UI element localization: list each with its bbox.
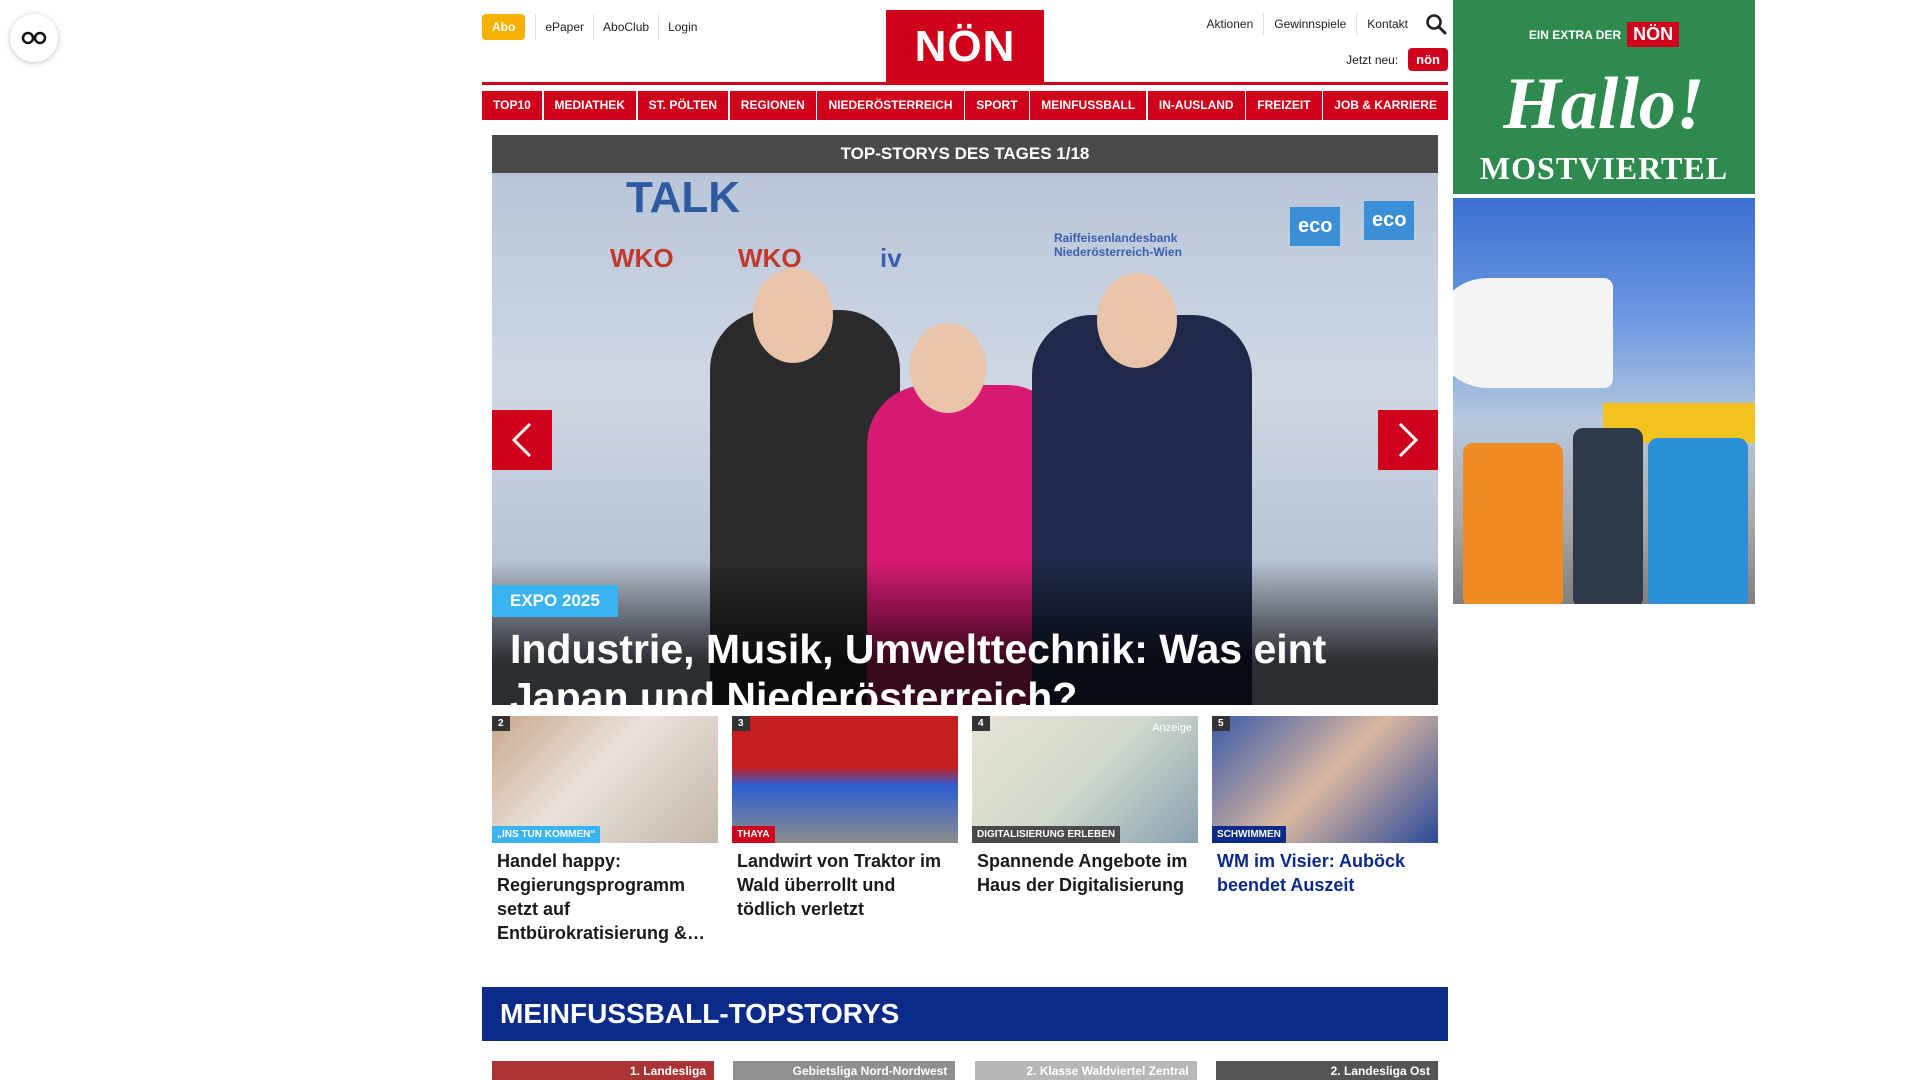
face-right — [1097, 273, 1177, 368]
teaser-category: SCHWIMMEN — [1212, 826, 1286, 843]
teaser-number: 3 — [732, 716, 750, 731]
meinfussball-row: 1. Landesliga Gebietsliga Nord-Nordwest … — [492, 1061, 1438, 1080]
aktionen-link[interactable]: Aktionen — [1197, 13, 1265, 35]
top-links-left: Abo ePaper AboClub Login — [482, 14, 706, 40]
epaper-link[interactable]: ePaper — [535, 14, 593, 40]
jetzt-neu-badge[interactable]: nön — [1408, 48, 1448, 71]
teaser-title[interactable]: WM im Visier: Auböck beendet Auszeit — [1212, 843, 1438, 897]
chevron-right-icon — [1398, 422, 1419, 458]
league-label: 2. Landesliga Ost — [1330, 1064, 1430, 1078]
chevron-left-icon — [511, 422, 532, 458]
top-stories-slider: TOP-STORYS DES TAGES 1/18 TALK WKO WKO i… — [492, 135, 1438, 705]
teaser-number: 4 — [972, 716, 990, 731]
sponsor-raiffeisen: Raiffeisenlandesbank Niederösterreich-Wi… — [1054, 231, 1182, 259]
airplane-shape — [1453, 278, 1613, 388]
teaser-card[interactable]: 2 „INS TUN KOMMEN“ Handel happy: Regieru… — [492, 716, 718, 945]
ad-noen-logo: NÖN — [1627, 22, 1680, 47]
main-column: Abo ePaper AboClub Login NÖN Aktionen Ge… — [482, 0, 1448, 1080]
nav-item-st-poelten[interactable]: ST. PÖLTEN — [637, 91, 729, 120]
site-logo[interactable]: NÖN — [886, 10, 1044, 84]
nav-item-niederoesterreich[interactable]: NIEDERÖSTERREICH — [817, 91, 964, 120]
meinfussball-heading[interactable]: MEINFUSSBALL-TOPSTORYS — [482, 987, 1448, 1041]
slider-image[interactable]: TALK WKO WKO iv Raiffeisenlandesbank Nie… — [492, 173, 1438, 705]
teaser-card[interactable]: 5 SCHWIMMEN WM im Visier: Auböck beendet… — [1212, 716, 1438, 945]
teaser-category: THAYA — [732, 826, 775, 843]
teaser-title[interactable]: Handel happy: Regierungsprogramm setzt a… — [492, 843, 718, 945]
face-center — [910, 323, 986, 413]
meinfussball-card[interactable]: 2. Klasse Waldviertel Zentral — [974, 1061, 1197, 1080]
ad-banner: EIN EXTRA DER NÖN Hallo! MOSTVIERTEL — [1453, 0, 1755, 194]
league-label: Gebietsliga Nord-Nordwest — [792, 1064, 948, 1078]
teaser-number: 2 — [492, 716, 510, 731]
teaser-category: „INS TUN KOMMEN“ — [492, 826, 601, 843]
nav-item-in-ausland[interactable]: IN-AUSLAND — [1147, 91, 1245, 120]
league-label: 1. Landesliga — [629, 1064, 706, 1078]
ad-region-text: MOSTVIERTEL — [1479, 150, 1729, 186]
glasses-icon — [21, 31, 47, 45]
teaser-title[interactable]: Spannende Angebote im Haus der Digitalis… — [972, 843, 1198, 897]
slider-header: TOP-STORYS DES TAGES 1/18 — [492, 135, 1438, 173]
jetzt-neu: Jetzt neu: nön — [1346, 48, 1448, 71]
meinfussball-card[interactable]: 2. Landesliga Ost — [1215, 1061, 1438, 1080]
teaser-number: 5 — [1212, 716, 1230, 731]
nav-item-mediathek[interactable]: MEDIATHEK — [543, 91, 636, 120]
league-label: 2. Klasse Waldviertel Zentral — [1026, 1064, 1189, 1078]
teaser-title[interactable]: Landwirt von Traktor im Wald überrollt u… — [732, 843, 958, 921]
header-divider — [482, 82, 1448, 85]
nav-item-regionen[interactable]: REGIONEN — [729, 91, 816, 120]
sponsor-eco-2: eco — [1364, 201, 1415, 240]
ad-extra-label: EIN EXTRA DER — [1528, 27, 1622, 42]
ad-hallo-text: Hallo! — [1503, 63, 1705, 145]
reader-mode-button[interactable] — [10, 14, 58, 62]
login-link[interactable]: Login — [658, 14, 706, 40]
teaser-image: 4 Anzeige DIGITALISIERUNG ERLEBEN — [972, 716, 1198, 843]
ad-image — [1453, 198, 1755, 604]
top-links-right: Aktionen Gewinnspiele Kontakt — [1197, 12, 1448, 36]
aboclub-link[interactable]: AboClub — [593, 14, 658, 40]
teaser-card[interactable]: 3 THAYA Landwirt von Traktor im Wald übe… — [732, 716, 958, 945]
teaser-category: DIGITALISIERUNG ERLEBEN — [972, 826, 1121, 843]
sidebar-ad[interactable]: EIN EXTRA DER NÖN Hallo! MOSTVIERTEL — [1453, 0, 1755, 604]
meinfussball-card[interactable]: Gebietsliga Nord-Nordwest — [733, 1061, 956, 1080]
anzeige-badge: Anzeige — [1152, 722, 1192, 734]
main-nav: TOP10 MEDIATHEK ST. PÖLTEN REGIONEN NIED… — [482, 91, 1448, 120]
nav-item-freizeit[interactable]: FREIZEIT — [1246, 91, 1322, 120]
gewinnspiele-link[interactable]: Gewinnspiele — [1264, 13, 1358, 35]
sponsor-wko-1: WKO — [610, 243, 674, 273]
abo-button[interactable]: Abo — [482, 14, 526, 40]
teaser-image: 3 THAYA — [732, 716, 958, 843]
teaser-row: 2 „INS TUN KOMMEN“ Handel happy: Regieru… — [492, 716, 1438, 945]
ad-extra-line: EIN EXTRA DER NÖN — [1453, 22, 1755, 47]
sponsor-iv: iv — [880, 243, 902, 273]
teaser-image: 5 SCHWIMMEN — [1212, 716, 1438, 843]
nav-item-sport[interactable]: SPORT — [965, 91, 1029, 120]
backdrop-talk-text: TALK — [626, 173, 741, 222]
search-icon[interactable] — [1424, 12, 1448, 36]
slider-prev-button[interactable] — [492, 410, 552, 470]
teaser-card[interactable]: 4 Anzeige DIGITALISIERUNG ERLEBEN Spanne… — [972, 716, 1198, 945]
meinfussball-card[interactable]: 1. Landesliga — [492, 1061, 714, 1080]
nav-item-top10[interactable]: TOP10 — [482, 91, 542, 120]
site-header: Abo ePaper AboClub Login NÖN Aktionen Ge… — [482, 0, 1448, 85]
face-left — [753, 268, 833, 363]
slider-headline[interactable]: Industrie, Musik, Umwelttechnik: Was ein… — [510, 625, 1420, 705]
nav-item-meinfussball[interactable]: MEINFUSSBALL — [1030, 91, 1147, 120]
kontakt-link[interactable]: Kontakt — [1357, 13, 1418, 35]
suitcase-blue — [1648, 438, 1748, 604]
topic-tag[interactable]: EXPO 2025 — [492, 585, 618, 617]
suitcase-orange — [1463, 443, 1563, 604]
sponsor-eco-1: eco — [1290, 207, 1341, 246]
jetzt-neu-label: Jetzt neu: — [1346, 52, 1399, 67]
slider-next-button[interactable] — [1378, 410, 1438, 470]
teaser-image: 2 „INS TUN KOMMEN“ — [492, 716, 718, 843]
suitcase-dark — [1573, 428, 1643, 604]
nav-item-job-karriere[interactable]: JOB & KARRIERE — [1323, 91, 1448, 120]
